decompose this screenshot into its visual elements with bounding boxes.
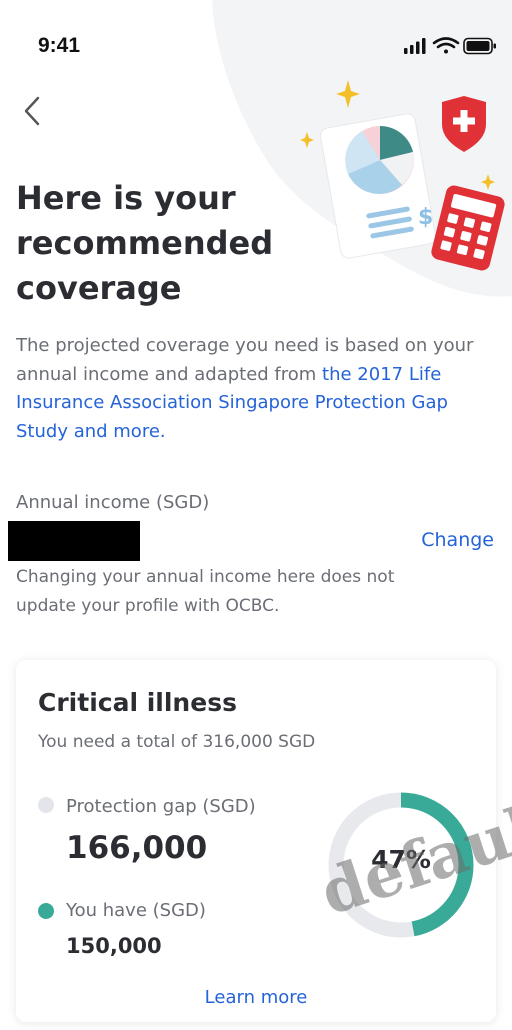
shield-icon xyxy=(442,96,486,152)
calculator-icon xyxy=(431,185,505,271)
income-value-redacted xyxy=(8,521,140,561)
svg-text:$: $ xyxy=(418,205,433,230)
card-title: Critical illness xyxy=(38,688,237,717)
sparkle-icon xyxy=(336,80,360,108)
status-icons xyxy=(404,37,496,55)
intro-text: The projected coverage you need is based… xyxy=(16,332,496,446)
coverage-illustration: $ xyxy=(300,80,505,271)
page-title-line: Here is your xyxy=(16,179,236,217)
wifi-icon xyxy=(432,37,460,54)
you-have-value: 150,000 xyxy=(66,934,162,958)
page-title-line: recommended xyxy=(16,224,274,262)
back-icon[interactable] xyxy=(14,90,54,132)
you-have-label: You have (SGD) xyxy=(66,900,206,921)
income-label: Annual income (SGD) xyxy=(16,492,210,513)
income-note: Changing your annual income here does no… xyxy=(16,567,395,616)
you-have-dot xyxy=(38,903,54,919)
signal-icon xyxy=(404,38,426,54)
page-title: Here is your recommended coverage xyxy=(16,176,316,311)
card-subtitle: You need a total of 316,000 SGD xyxy=(38,732,316,752)
protection-gap-dot xyxy=(38,797,54,813)
page-title-line: coverage xyxy=(16,269,182,307)
protection-gap-value: 166,000 xyxy=(66,830,208,866)
protection-gap-label: Protection gap (SGD) xyxy=(66,796,256,817)
status-time: 9:41 xyxy=(38,34,81,57)
pie-chart-icon xyxy=(345,126,414,194)
learn-more-link[interactable]: Learn more xyxy=(16,987,496,1008)
change-income-button[interactable]: Change xyxy=(421,529,494,551)
battery-icon xyxy=(463,37,496,55)
